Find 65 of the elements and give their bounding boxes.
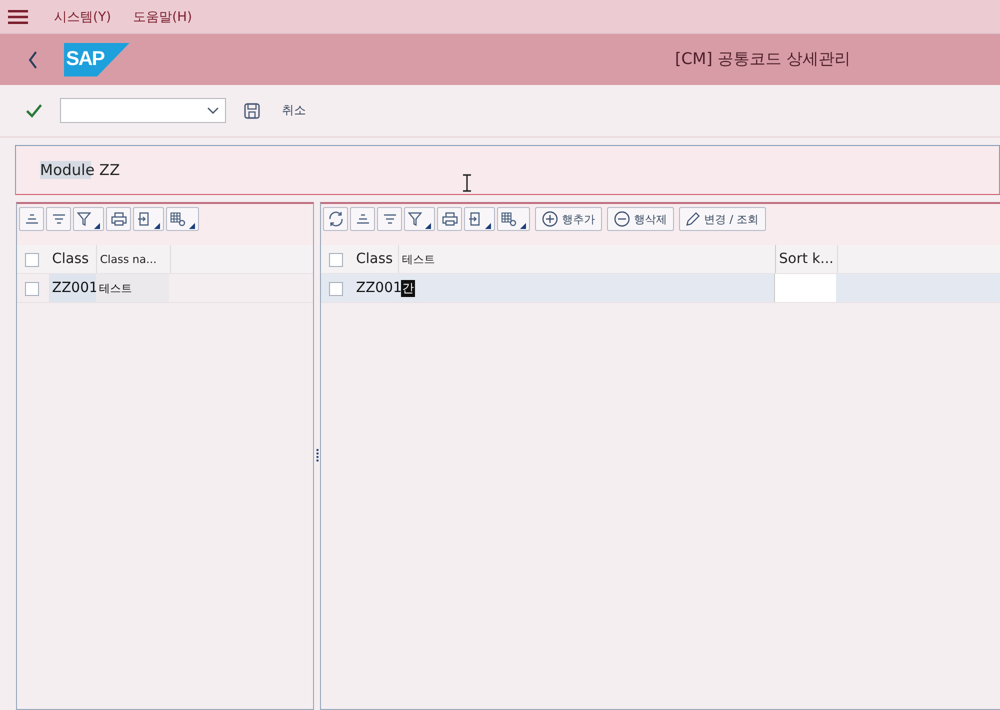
cell-input-field[interactable]: 간: [401, 280, 415, 296]
plus-circle-icon: [542, 211, 558, 227]
dropdown-corner-icon: [520, 223, 526, 229]
filter-button[interactable]: [73, 207, 104, 231]
logo: SAP: [64, 42, 130, 76]
dropdown-corner-icon: [425, 223, 431, 229]
grid-settings-icon: [501, 212, 517, 226]
command-field[interactable]: [60, 98, 226, 123]
print-icon: [442, 212, 458, 226]
print-icon: [110, 212, 126, 226]
grid-settings-icon: [170, 212, 186, 226]
filter-icon: [408, 212, 422, 226]
add-row-button[interactable]: 행추가: [535, 207, 602, 231]
sort-ascending-button[interactable]: [350, 207, 375, 231]
dropdown-corner-icon: [154, 223, 160, 229]
row-checkbox[interactable]: [25, 282, 39, 296]
column-header[interactable]: Class: [353, 245, 399, 273]
delete-row-button[interactable]: 행삭제: [607, 207, 674, 231]
check-icon[interactable]: [26, 104, 42, 118]
export-icon: [468, 212, 482, 226]
filter-icon: [77, 212, 91, 226]
sort-descending-button[interactable]: [46, 207, 71, 231]
refresh-button[interactable]: [323, 207, 348, 231]
pencil-icon: [686, 212, 700, 226]
menu-item[interactable]: 시스템(Y): [54, 8, 112, 26]
sort-ascending-icon: [356, 213, 370, 225]
cancel-button[interactable]: 취소: [278, 100, 310, 121]
column-header[interactable]: Class: [49, 245, 97, 273]
row-checkbox[interactable]: [329, 282, 343, 296]
table-cell: 테스트: [96, 274, 169, 302]
edit-button[interactable]: 변경 / 조회: [679, 207, 766, 231]
select-all-checkbox[interactable]: [329, 253, 343, 267]
chevron-down-icon[interactable]: [207, 106, 219, 114]
column-header[interactable]: Sort k...: [776, 245, 838, 273]
select-all-checkbox[interactable]: [25, 253, 39, 267]
back-icon[interactable]: [28, 50, 38, 68]
filter-button[interactable]: [404, 207, 435, 231]
export-button[interactable]: [464, 207, 495, 231]
splitter-handle-icon[interactable]: [316, 449, 318, 463]
sort-descending-button[interactable]: [377, 207, 402, 231]
print-button[interactable]: [437, 207, 462, 231]
dropdown-corner-icon: [189, 223, 195, 229]
menu-item[interactable]: 도움말(H): [133, 8, 192, 26]
menu-icon[interactable]: [8, 10, 28, 24]
minus-circle-icon: [614, 211, 630, 227]
refresh-icon: [328, 211, 344, 227]
sort-descending-icon: [382, 213, 396, 225]
window-title: [CM] 공통코드 상세관리: [675, 49, 851, 70]
dropdown-corner-icon: [485, 223, 491, 229]
text-cursor-icon: [462, 174, 472, 192]
table-cell: ZZ001: [49, 274, 96, 302]
layout-button[interactable]: [166, 207, 199, 231]
header-text: Module ZZ: [40, 161, 120, 179]
export-icon: [137, 212, 151, 226]
print-button[interactable]: [106, 207, 131, 231]
table-row[interactable]: ZZ001간: [321, 274, 1000, 303]
export-button[interactable]: [133, 207, 164, 231]
sort-ascending-button[interactable]: [19, 207, 44, 231]
sort-descending-icon: [52, 213, 66, 225]
layout-button[interactable]: [497, 207, 530, 231]
dropdown-corner-icon: [94, 223, 100, 229]
column-header[interactable]: 테스트: [399, 245, 776, 273]
sort-ascending-icon: [24, 213, 38, 225]
save-icon[interactable]: [244, 102, 260, 118]
column-header[interactable]: Class na...: [97, 245, 171, 273]
